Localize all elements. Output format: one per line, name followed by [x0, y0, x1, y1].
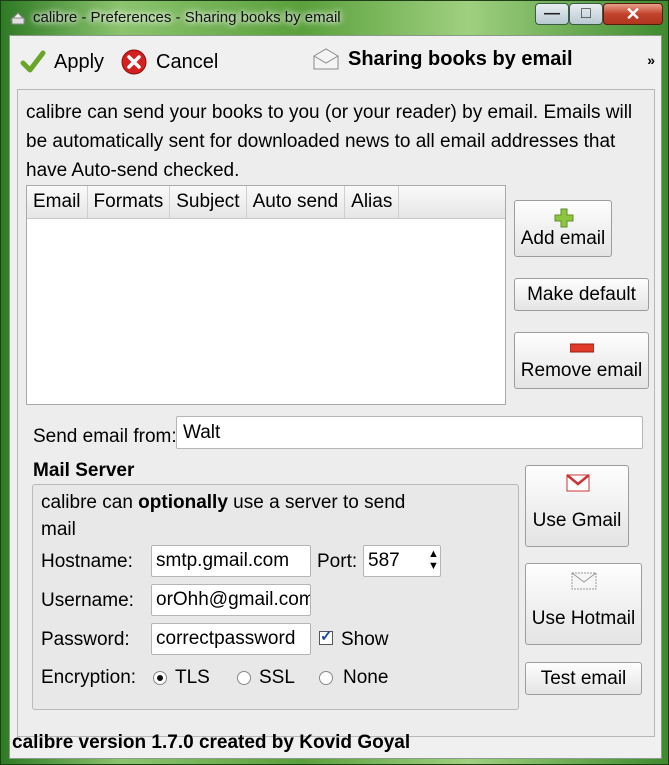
plus-icon	[554, 208, 574, 228]
send-from-input[interactable]: Walt	[176, 416, 643, 449]
column-header-formats[interactable]: Formats	[88, 186, 171, 218]
add-email-button[interactable]: Add email	[514, 200, 612, 257]
column-header-auto-send[interactable]: Auto send	[247, 186, 346, 218]
cancel-icon	[121, 49, 147, 75]
toolbar: Apply Cancel Sharing books by email »	[10, 36, 661, 86]
envelope-icon	[313, 48, 339, 70]
make-default-button[interactable]: Make default	[514, 278, 649, 311]
password-input[interactable]: correctpassword	[151, 623, 311, 655]
apply-button[interactable]: Apply	[20, 47, 104, 77]
hostname-label: Hostname:	[41, 551, 133, 572]
preferences-window: calibre - Preferences - Sharing books by…	[0, 0, 669, 765]
sharing-panel: calibre can send your books to you (or y…	[17, 89, 655, 737]
test-email-button[interactable]: Test email	[525, 662, 642, 695]
minus-icon	[570, 343, 594, 353]
port-stepper-icon[interactable]: ▲ ▼	[428, 548, 439, 572]
show-password-label: Show	[341, 629, 389, 650]
calibre-app-icon	[9, 12, 27, 25]
ssl-label: SSL	[259, 667, 295, 688]
send-from-label: Send email from:	[33, 426, 177, 447]
column-header-subject[interactable]: Subject	[170, 186, 247, 218]
hotmail-icon	[571, 572, 597, 590]
encryption-label: Encryption:	[41, 667, 137, 688]
column-header-alias[interactable]: Alias	[345, 186, 400, 218]
hostname-input[interactable]: smtp.gmail.com	[151, 545, 311, 577]
email-table-header: Email Formats Subject Auto send Alias	[27, 186, 505, 219]
mail-server-title: Mail Server	[33, 460, 135, 481]
toolbar-overflow-button[interactable]: »	[647, 52, 655, 68]
mail-server-description: calibre can optionally use a server to s…	[41, 492, 406, 540]
version-footer: calibre version 1.7.0 created by Kovid G…	[12, 732, 411, 753]
add-email-label: Add email	[520, 228, 606, 249]
mail-server-group: calibre can optionally use a server to s…	[32, 484, 519, 710]
gmail-icon	[566, 474, 590, 492]
cancel-label: Cancel	[156, 50, 219, 73]
window-title: calibre - Preferences - Sharing books by…	[33, 9, 341, 26]
checkmark-icon	[20, 50, 46, 73]
remove-email-label: Remove email	[520, 360, 643, 381]
email-table[interactable]: Email Formats Subject Auto send Alias	[26, 185, 506, 405]
port-label: Port:	[317, 551, 358, 572]
use-hotmail-label: Use Hotmail	[531, 608, 636, 629]
cancel-button[interactable]: Cancel	[120, 47, 218, 77]
password-label: Password:	[41, 629, 130, 650]
minimize-button[interactable]: —	[535, 3, 569, 25]
show-password-checkbox[interactable]	[319, 627, 333, 645]
use-hotmail-button[interactable]: Use Hotmail	[525, 563, 642, 645]
use-gmail-button[interactable]: Use Gmail	[525, 465, 629, 547]
section-title: Sharing books by email	[348, 47, 573, 70]
username-input[interactable]: orOhh@gmail.com	[151, 584, 311, 616]
username-label: Username:	[41, 590, 134, 611]
title-bar: calibre - Preferences - Sharing books by…	[1, 1, 668, 35]
column-header-email[interactable]: Email	[27, 186, 88, 218]
apply-label: Apply	[54, 50, 105, 73]
tls-radio[interactable]	[153, 671, 167, 685]
port-value: 587	[368, 550, 400, 571]
tls-label: TLS	[175, 667, 210, 688]
intro-text: calibre can send your books to you (or y…	[26, 102, 633, 181]
ssl-radio[interactable]	[237, 671, 251, 685]
preferences-client: Apply Cancel Sharing books by email » ca…	[9, 35, 662, 759]
section-header: Sharing books by email	[312, 47, 573, 71]
remove-email-button[interactable]: Remove email	[514, 332, 649, 389]
none-label: None	[343, 667, 389, 688]
maximize-button[interactable]: □	[569, 3, 603, 25]
port-spinbox[interactable]: 587 ▲ ▼	[363, 545, 441, 577]
close-button[interactable]: ✕	[603, 3, 663, 25]
use-gmail-label: Use Gmail	[532, 510, 622, 531]
none-radio[interactable]	[319, 671, 333, 685]
